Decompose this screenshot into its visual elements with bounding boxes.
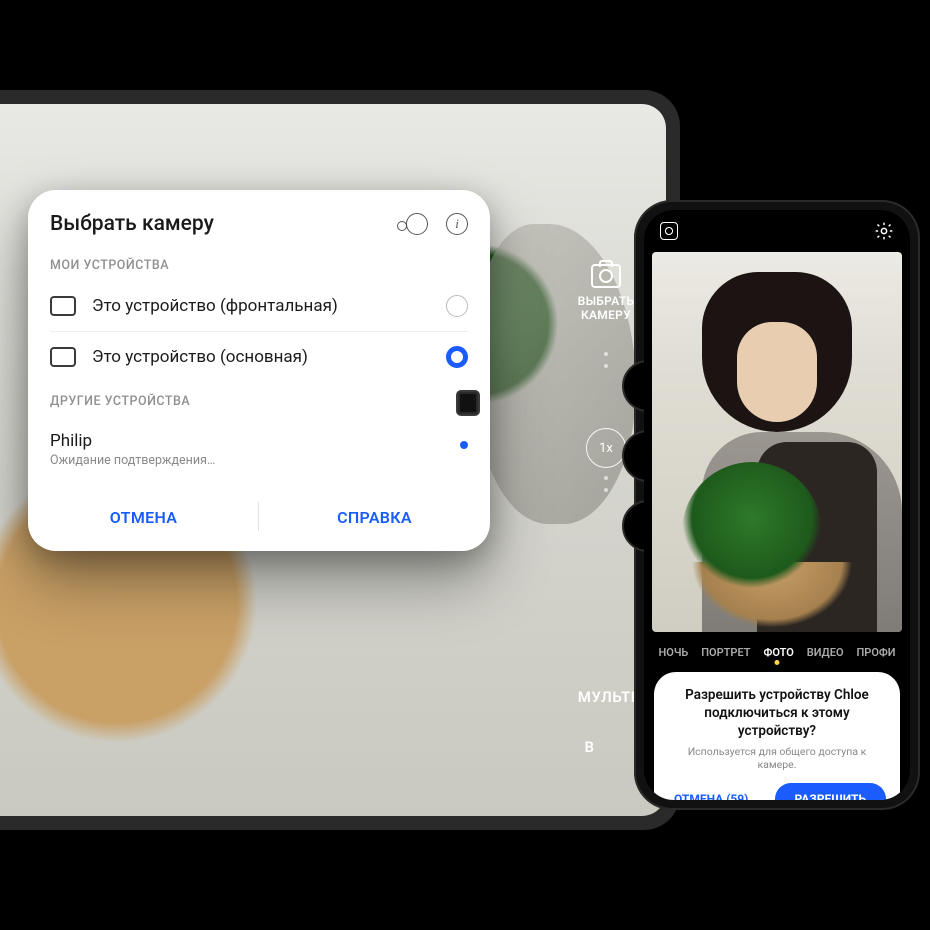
mode-label-b[interactable]: В: [584, 738, 594, 756]
device-row-main[interactable]: Это устройство (основная): [50, 331, 468, 382]
tablet-icon: [50, 347, 76, 367]
permission-title-line: подключиться к этому устройству?: [704, 705, 849, 739]
phone-camera-viewfinder: [652, 252, 902, 632]
cancel-button[interactable]: ОТМЕНА: [28, 492, 259, 541]
info-icon[interactable]: [446, 213, 468, 235]
zoom-trail-dot: [604, 352, 608, 356]
dialog-actions: ОТМЕНА СПРАВКА: [28, 492, 490, 541]
camera-mode-strip: НОЧЬ ПОРТРЕТ ФОТО ВИДЕО ПРОФИ: [644, 640, 910, 659]
mode-portrait[interactable]: ПОРТРЕТ: [701, 646, 750, 659]
permission-actions: ОТМЕНА (59) РАЗРЕШИТЬ: [668, 783, 886, 800]
dialog-title: Выбрать камеру: [50, 212, 406, 236]
zoom-level-label: 1x: [599, 441, 613, 456]
help-button[interactable]: СПРАВКА: [259, 492, 490, 541]
phone-screen: НОЧЬ ПОРТРЕТ ФОТО ВИДЕО ПРОФИ Разрешить …: [644, 210, 910, 800]
device-row-other[interactable]: Philip Ожидание подтверждения…: [28, 417, 490, 482]
select-camera-label: ВЫБРАТЬ КАМЕРУ: [578, 294, 635, 322]
permission-dialog: Разрешить устройству Chloe подключиться …: [654, 672, 900, 800]
zoom-level-button[interactable]: 1x: [586, 428, 626, 468]
zoom-trail-dot: [604, 364, 608, 368]
device-label: Это устройство (фронтальная): [92, 296, 430, 316]
scan-icon[interactable]: [660, 222, 678, 240]
mode-pro[interactable]: ПРОФИ: [856, 646, 895, 659]
mode-night[interactable]: НОЧЬ: [658, 646, 688, 659]
device-label: Это устройство (основная): [92, 347, 430, 367]
select-camera-button[interactable]: ВЫБРАТЬ КАМЕРУ: [578, 264, 635, 322]
section-other-devices: ДРУГИЕ УСТРОЙСТВА: [28, 382, 490, 417]
mode-active-indicator: [775, 660, 780, 665]
camera-switch-icon: [591, 264, 621, 288]
permission-cancel-button[interactable]: ОТМЕНА (59): [668, 792, 748, 800]
mode-photo[interactable]: ФОТО: [763, 646, 793, 659]
device-status: Ожидание подтверждения…: [50, 453, 444, 468]
zoom-trail-dot: [604, 476, 608, 480]
select-camera-dialog: Выбрать камеру МОИ УСТРОЙСТВА Это устрой…: [28, 190, 490, 551]
mode-label-multi[interactable]: МУЛЬТИ: [578, 688, 642, 706]
permission-allow-button[interactable]: РАЗРЕШИТЬ: [775, 783, 886, 800]
permission-subtitle: Используется для общего доступа к камере…: [668, 745, 886, 771]
device-row-front[interactable]: Это устройство (фронтальная): [28, 281, 490, 331]
device-label: Philip: [50, 431, 444, 451]
section-my-devices: МОИ УСТРОЙСТВА: [28, 246, 490, 281]
phone-icon: [456, 390, 480, 416]
gear-icon[interactable]: [874, 221, 894, 241]
dialog-header: Выбрать камеру: [28, 212, 490, 246]
phone-device: НОЧЬ ПОРТРЕТ ФОТО ВИДЕО ПРОФИ Разрешить …: [634, 200, 920, 810]
zoom-trail-dot: [604, 488, 608, 492]
permission-title-line: Разрешить устройству Chloe: [685, 687, 869, 703]
pending-indicator-dot: [460, 441, 468, 449]
tablet-icon: [50, 296, 76, 316]
permission-title: Разрешить устройству Chloe подключиться …: [668, 686, 886, 741]
radio-unselected[interactable]: [446, 295, 468, 317]
phone-camera-topbar: [644, 210, 910, 252]
radio-selected[interactable]: [446, 346, 468, 368]
swap-camera-icon[interactable]: [406, 213, 428, 235]
mode-video[interactable]: ВИДЕО: [807, 646, 844, 659]
